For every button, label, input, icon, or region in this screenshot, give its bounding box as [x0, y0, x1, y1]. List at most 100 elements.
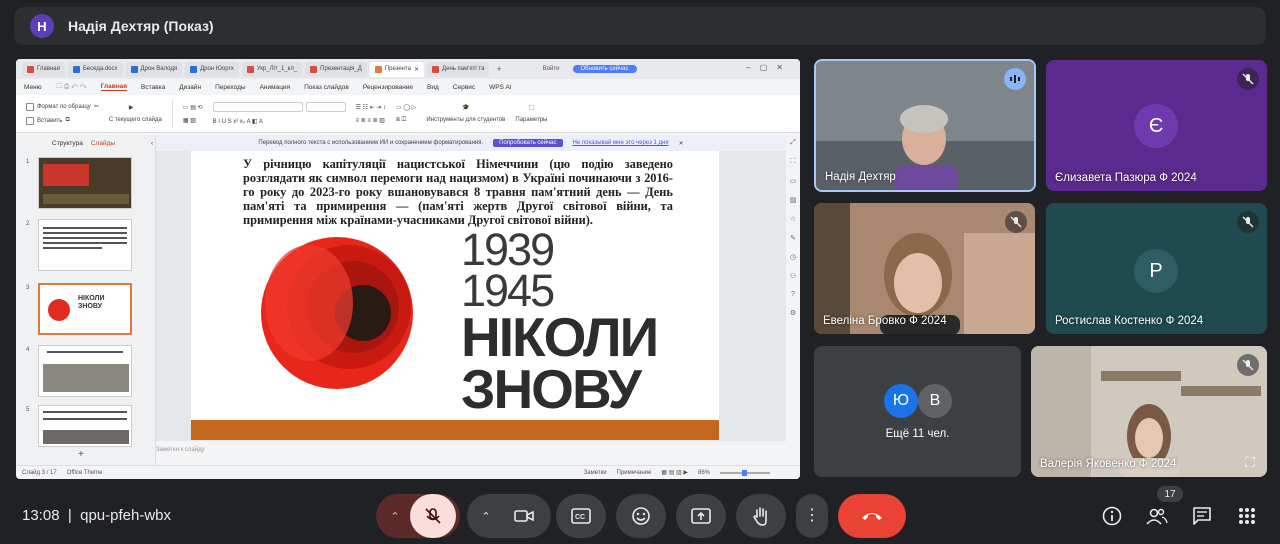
try-now-button[interactable]: Попробовать сейчас: [493, 139, 563, 147]
meeting-details-button[interactable]: [1100, 504, 1124, 528]
participant-tile[interactable]: ⛶ Валерія Яковенко Ф 2024: [1031, 346, 1267, 477]
menu-item[interactable]: Вид: [427, 84, 439, 91]
font-name-box[interactable]: [212, 102, 303, 112]
window-controls[interactable]: –▢✕: [746, 63, 792, 72]
wps-tab[interactable]: Дрон Валодя: [125, 61, 183, 77]
slide-thumbnail-selected[interactable]: НІКОЛИ ЗНОВУ: [38, 283, 132, 335]
tab-label: Дрон Юоргх: [200, 66, 234, 72]
tab-slides[interactable]: Слайды: [91, 140, 115, 147]
menu-item[interactable]: Вставка: [141, 84, 165, 91]
menu-item[interactable]: Переходы: [215, 84, 246, 91]
menu-item[interactable]: Рецензирование: [363, 84, 413, 91]
wps-tab[interactable]: Дрон Юоргх: [185, 61, 239, 77]
meeting-info: 13:08 | qpu-pfeh-wbx: [22, 507, 172, 524]
slide-thumbnail[interactable]: [38, 405, 132, 447]
image-icon[interactable]: ▨: [790, 196, 797, 204]
chat-button[interactable]: [1190, 504, 1214, 528]
new-tab-icon[interactable]: +: [496, 64, 501, 74]
font-format-icons[interactable]: B I U S x² x₂ A ◧ A: [213, 118, 346, 125]
people-button[interactable]: [1145, 504, 1169, 528]
align-icons[interactable]: ≡ ≣ ≡ ≣ ▥: [356, 117, 386, 124]
wps-tab[interactable]: Главная: [22, 61, 65, 77]
activities-button[interactable]: [1235, 504, 1259, 528]
shape-icon[interactable]: ▭: [790, 177, 797, 185]
camera-options-chevron-icon[interactable]: ⌃: [471, 510, 501, 523]
list-icons[interactable]: ☰ ☷ ⇤ ⇥ ↕: [356, 104, 386, 111]
slide-thumbnail[interactable]: [38, 345, 132, 397]
participant-tile[interactable]: Є Єлизавета Пазюра Ф 2024: [1046, 60, 1267, 191]
star-icon[interactable]: ☆: [790, 215, 796, 223]
update-button[interactable]: Обновить сейчас: [572, 65, 637, 73]
from-slide-button[interactable]: С текущего слайда: [109, 117, 162, 123]
params-button[interactable]: ⬚ Параметры: [515, 104, 547, 123]
dismiss-link[interactable]: Не показывай мне это через 1 дня: [573, 140, 669, 146]
slide-thumbnail[interactable]: [38, 219, 132, 271]
current-slide[interactable]: У річницю капітуляції нацистської Німечч…: [191, 135, 719, 440]
mic-off-icon: [1237, 211, 1259, 233]
comments-toggle[interactable]: Примечание: [617, 470, 652, 476]
slide-footer-bar: [191, 420, 719, 440]
paste-button[interactable]: Вставить ⧉: [26, 116, 99, 125]
wps-tab[interactable]: Беседа.docx: [67, 61, 123, 77]
mic-off-icon: [1005, 211, 1027, 233]
participant-tile[interactable]: Р Ростислав Костенко Ф 2024: [1046, 203, 1267, 334]
participant-tile-speaking[interactable]: Надія Дехтяр: [814, 59, 1036, 192]
more-options-button[interactable]: ⋮: [796, 494, 828, 538]
hand-icon: [753, 507, 767, 526]
expand-icon[interactable]: ⛶: [791, 158, 796, 166]
close-icon[interactable]: ✕: [679, 140, 684, 147]
pointer-icon[interactable]: ⤢: [790, 139, 796, 147]
more-participants-tile[interactable]: Ю В Ещё 11 чел.: [814, 346, 1021, 477]
wps-tab[interactable]: День пам'яті та: [427, 61, 490, 77]
participant-avatar: Є: [1134, 104, 1178, 148]
zoom-slider[interactable]: [720, 469, 770, 476]
thumb-number: 1: [26, 159, 30, 165]
menu-item[interactable]: Дизайн: [179, 84, 201, 91]
mic-off-button[interactable]: [410, 494, 456, 538]
notes-toggle[interactable]: Заметки: [584, 470, 607, 476]
participant-tile[interactable]: Евеліна Бровко Ф 2024: [814, 203, 1035, 334]
design-icon[interactable]: ✎: [790, 234, 796, 242]
menu-item[interactable]: Сервис: [453, 84, 475, 91]
slide-thumbnail[interactable]: [38, 157, 132, 209]
emoji-button[interactable]: [616, 494, 666, 538]
student-tools[interactable]: 🎓 Инструменты для студентов: [426, 104, 505, 123]
add-slide-button[interactable]: +: [78, 449, 84, 460]
shapes-icon[interactable]: ▭ ◯ ▷: [396, 104, 416, 111]
captions-button[interactable]: CC: [556, 494, 606, 538]
history-icon[interactable]: ◷: [790, 253, 796, 261]
new-slide-icon[interactable]: ▭ ▤ ⟲: [183, 104, 203, 111]
pin-icon[interactable]: ⛶: [1241, 453, 1259, 471]
menu-item[interactable]: Показ слайдов: [304, 84, 349, 91]
wps-tab-active[interactable]: Презента ✕: [369, 61, 425, 77]
help-icon[interactable]: ?: [791, 291, 795, 298]
wps-tab[interactable]: Презентація_Д: [305, 61, 367, 77]
arrange-icon[interactable]: ⧈ ◫: [396, 117, 416, 124]
wps-tab[interactable]: Укр_Літ_1_кл_: [241, 61, 303, 77]
menu-item-home[interactable]: Главная: [100, 83, 128, 91]
menu-item[interactable]: Анимация: [260, 84, 291, 91]
leave-call-button[interactable]: [838, 494, 906, 538]
meeting-code[interactable]: qpu-pfeh-wbx: [80, 507, 171, 524]
view-icons[interactable]: ▦ ▤ ▥ ▶: [661, 469, 688, 476]
play-icon[interactable]: ▶: [109, 104, 162, 111]
pdf-icon: [310, 65, 318, 73]
mic-options-chevron-icon[interactable]: ⌃: [380, 510, 410, 523]
tab-label: День пам'яті та: [442, 66, 485, 72]
people-icon[interactable]: ⚇: [790, 272, 796, 280]
layout-icon[interactable]: ▦ ▧: [183, 117, 203, 124]
collapse-icon[interactable]: ‹: [151, 140, 153, 147]
notes-placeholder[interactable]: Заметки к слайду: [156, 447, 205, 453]
font-size-box[interactable]: [305, 102, 346, 112]
raise-hand-button[interactable]: [736, 494, 786, 538]
menu-item-wps-ai[interactable]: WPS AI: [489, 84, 511, 91]
camera-button[interactable]: [501, 494, 547, 538]
zoom-level[interactable]: 86%: [698, 470, 710, 476]
format-painter-button[interactable]: Формат по образцу ✂: [26, 102, 99, 111]
tab-structure[interactable]: Структура: [52, 140, 83, 147]
user-login[interactable]: Войти: [543, 66, 560, 72]
settings-icon[interactable]: ⚙: [790, 309, 796, 317]
present-button[interactable]: [676, 494, 726, 538]
menu-item[interactable]: Меню: [24, 84, 42, 91]
quick-access-icons[interactable]: 🗀 ⎙ ↶ ↷: [56, 82, 87, 93]
